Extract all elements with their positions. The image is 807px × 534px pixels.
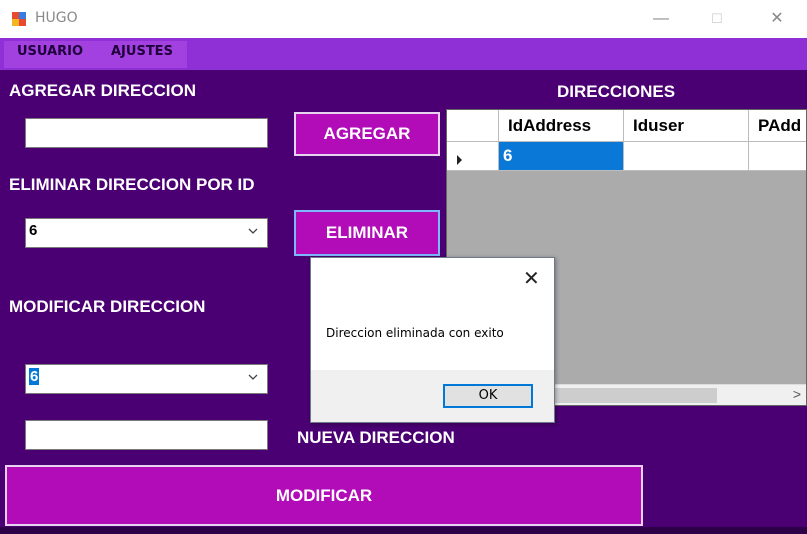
nueva-direccion-input[interactable] xyxy=(25,420,268,450)
window-bottom-edge xyxy=(0,527,807,534)
title-bar: HUGO — ☐ ✕ xyxy=(0,0,807,38)
modificar-id-select[interactable]: 6 xyxy=(25,364,268,394)
scroll-right-icon[interactable]: > xyxy=(793,386,801,402)
minimize-button[interactable]: — xyxy=(638,0,684,38)
dialog-footer: OK xyxy=(311,370,554,422)
column-header-idaddress[interactable]: IdAddress xyxy=(499,110,624,142)
agregar-button[interactable]: AGREGAR xyxy=(294,112,440,156)
column-header-iduser[interactable]: Iduser xyxy=(624,110,749,142)
eliminar-id-value: 6 xyxy=(29,222,38,239)
menu-bar: USUARIO AJUSTES xyxy=(0,38,807,70)
modificar-section-label: MODIFICAR DIRECCION xyxy=(9,297,206,316)
eliminar-section-label: ELIMINAR DIRECCION POR ID xyxy=(9,175,255,194)
menu-item-ajustes[interactable]: AJUSTES xyxy=(111,44,173,59)
column-header-padd[interactable]: PAdd xyxy=(749,110,806,142)
nueva-direccion-label: NUEVA DIRECCION xyxy=(297,428,455,447)
dialog-close-icon[interactable]: ✕ xyxy=(523,266,540,291)
chevron-down-icon xyxy=(248,374,258,380)
chevron-down-icon xyxy=(248,228,258,234)
direcciones-title: DIRECCIONES xyxy=(557,82,676,101)
row-header[interactable] xyxy=(447,142,499,171)
agregar-address-input[interactable] xyxy=(25,118,268,148)
table-cell-padd[interactable] xyxy=(749,142,806,171)
agregar-section-label: AGREGAR DIRECCION xyxy=(9,81,197,100)
maximize-button[interactable]: ☐ xyxy=(694,0,740,38)
current-row-arrow-icon xyxy=(457,155,462,165)
table-cell-iduser[interactable] xyxy=(624,142,749,171)
message-dialog: ✕ Direccion eliminada con exito OK xyxy=(310,257,555,423)
table-cell-idaddress[interactable]: 6 xyxy=(499,142,624,171)
eliminar-button[interactable]: ELIMINAR xyxy=(294,210,440,256)
row-header-corner xyxy=(447,110,499,142)
eliminar-id-select[interactable]: 6 xyxy=(25,218,268,248)
menu-item-usuario[interactable]: USUARIO xyxy=(17,44,83,59)
app-icon xyxy=(12,12,26,26)
dialog-message: Direccion eliminada con exito xyxy=(326,326,504,340)
ok-button[interactable]: OK xyxy=(443,384,533,408)
close-button[interactable]: ✕ xyxy=(754,0,800,38)
modificar-button[interactable]: MODIFICAR xyxy=(5,465,643,526)
window-title: HUGO xyxy=(35,10,78,26)
modificar-id-value: 6 xyxy=(29,368,40,385)
